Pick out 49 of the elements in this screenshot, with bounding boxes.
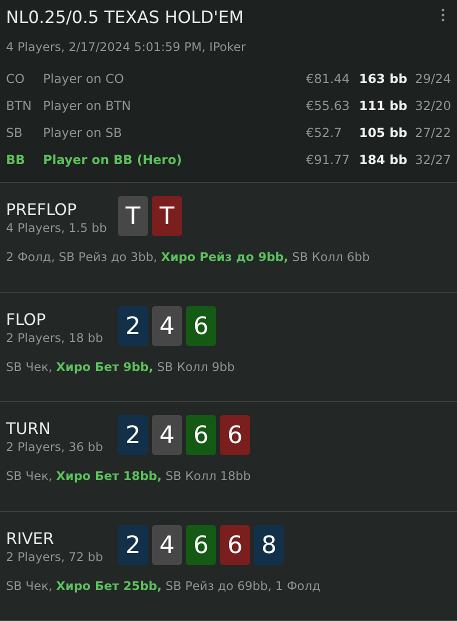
- player-stack: €91.77: [306, 151, 351, 170]
- playing-card: 6: [186, 524, 216, 564]
- playing-card: 2: [118, 306, 148, 346]
- player-name: Player on CO: [43, 70, 125, 88]
- playing-card: T: [118, 196, 148, 236]
- street-name: FLOP: [6, 310, 47, 330]
- player-stats: 32/27: [415, 151, 451, 170]
- action-summary: SB Чек, Хиро Бет 25bb, SB Рейз до 69bb, 1 Фолд: [6, 578, 322, 594]
- playing-card: 4: [152, 415, 182, 455]
- player-bb: 111 bb: [359, 97, 408, 116]
- player-stats: 29/24: [415, 70, 451, 88]
- hand-info: 4 Players, 2/17/2024 5:01:59 PM, IPoker: [6, 39, 247, 56]
- street-name: RIVER: [6, 528, 56, 548]
- more-options-icon[interactable]: [441, 8, 445, 22]
- action-summary: SB Чек, Хиро Бет 18bb, SB Колл 18bb: [6, 468, 252, 485]
- playing-card: 2: [118, 524, 148, 564]
- player-position: BB: [6, 151, 26, 170]
- playing-card: 6: [186, 306, 216, 346]
- street-name: TURN: [6, 419, 52, 439]
- player-bb: 163 bb: [359, 70, 408, 88]
- playing-card: 6: [186, 415, 216, 455]
- street-info: 4 Players, 1.5 bb: [6, 220, 108, 236]
- player-stats: 32/20: [415, 97, 451, 116]
- street-info: 2 Players, 18 bb: [6, 330, 104, 346]
- playing-card: 6: [220, 415, 250, 455]
- playing-card: 4: [152, 306, 182, 346]
- street-name: PREFLOP: [6, 200, 78, 220]
- playing-card: T: [152, 196, 182, 236]
- playing-card: 4: [152, 524, 182, 564]
- action-summary: 2 Фолд, SB Рейз до 3bb, Хиро Рейз до 9bb, SB Колл 6bb: [6, 249, 371, 266]
- player-name: Player on SB: [43, 124, 123, 142]
- player-bb: 184 bb: [359, 151, 408, 170]
- player-name: Player on BTN: [43, 97, 132, 116]
- player-position: BTN: [6, 97, 33, 116]
- player-stack: €52.7: [306, 124, 343, 142]
- player-position: CO: [6, 70, 26, 88]
- street-info: 2 Players, 36 bb: [6, 439, 104, 455]
- player-position: SB: [6, 124, 24, 142]
- hand-title: NL0.25/0.5 TEXAS HOLD'EM: [6, 7, 244, 30]
- player-bb: 105 bb: [359, 124, 408, 142]
- player-stats: 27/22: [415, 124, 451, 142]
- player-name: Player on BB (Hero): [43, 151, 184, 170]
- player-stack: €81.44: [306, 70, 351, 88]
- playing-card: 8: [254, 524, 284, 564]
- playing-card: 6: [220, 524, 250, 564]
- street-info: 2 Players, 72 bb: [6, 548, 104, 564]
- playing-card: 2: [118, 415, 148, 455]
- player-stack: €55.63: [306, 97, 351, 116]
- action-summary: SB Чек, Хиро Бет 9bb, SB Колл 9bb: [6, 358, 236, 376]
